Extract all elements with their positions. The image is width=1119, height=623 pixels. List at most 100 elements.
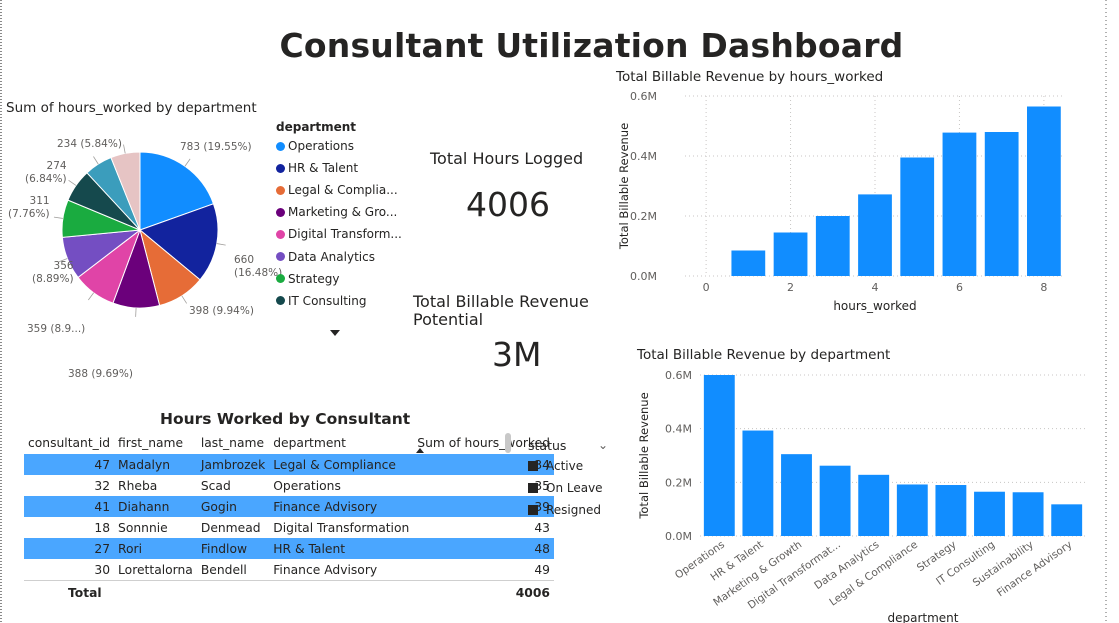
y-tick-label: 0.4M [630,150,657,163]
bar-finance-advisory[interactable] [1051,504,1083,536]
right-border [1105,0,1107,623]
pie-chart-title: Sum of hours_worked by department [6,100,257,116]
table-row[interactable]: 18 Sonnnie Denmead Digital Transformation 43 [24,517,554,538]
bar-digital-transformat[interactable] [819,465,851,536]
legend-item-hr-talent[interactable]: HR & Talent [276,161,358,175]
checkbox-icon[interactable] [528,483,538,493]
bar-hours-4[interactable] [858,194,892,276]
legend-label: Operations [288,139,354,153]
cell-department: Finance Advisory [269,496,414,517]
hours-card-value: 4006 [466,185,550,224]
legend-item-legal-complia[interactable]: Legal & Complia... [276,183,398,197]
table-header-row: consultant_id first_name last_name depar… [24,432,554,454]
y-tick-label: 0.2M [630,210,657,223]
legend-more-arrow-icon[interactable] [330,330,340,336]
dashboard-title: Consultant Utilization Dashboard [279,26,904,65]
bar-it-consulting[interactable] [974,491,1005,536]
y-axis-label: Total Billable Revenue [637,392,651,519]
table-row[interactable]: 27 Rori Findlow HR & Talent 48 [24,538,554,559]
hours-card-label: Total Hours Logged [430,149,584,168]
legend-dot-icon [276,296,285,306]
slicer-item-on-leave[interactable]: On Leave [528,481,603,495]
bar-hours-2[interactable] [773,232,808,277]
cell-consultant-id: 27 [24,538,115,559]
chevron-down-icon[interactable]: ⌄ [598,438,608,452]
bar-strategy[interactable] [935,485,967,536]
pie-label-hr-talent: 660 (16.48%) [234,254,283,279]
legend-label: HR & Talent [288,161,359,176]
y-tick-label: 0.4M [665,423,692,436]
table-row[interactable]: 30 Lorettalorna Bendell Finance Advisory 49 [24,559,554,581]
header-last-name[interactable]: last_name [197,432,269,454]
cell-last-name: Denmead [200,520,261,535]
dept-bar-chart-title: Total Billable Revenue by department [637,347,891,363]
total-label: Total [24,580,414,604]
table-row[interactable]: 47 Madalyn Jambrozek Legal & Compliance 34 [24,454,554,475]
cell-consultant-id: 32 [94,478,111,493]
pie-leader-line [181,295,188,304]
cell-last-name: Gogin [196,496,270,517]
bar-data-analytics[interactable] [858,474,890,536]
legend-dot-icon [276,252,285,261]
cell-last-name: Bendell [200,562,247,577]
legend-item-it-consulting[interactable]: IT Consulting [276,294,366,308]
revenue-card-label: Total Billable Revenue Potential [413,292,589,329]
header-department[interactable]: department [269,432,413,454]
pie-label-sustainability: 234 (5.84%) [57,138,122,150]
bar-hours-5[interactable] [900,157,935,277]
legend-item-strategy[interactable]: Strategy [276,272,339,286]
x-tick-label: 8 [1040,281,1047,294]
legend-dot-icon [276,141,285,151]
pie-leader-line [216,243,226,246]
slicer-item-label: Active [546,459,584,473]
table-total-row: Total 4006 [24,580,554,604]
bar-sustainability[interactable] [1012,492,1044,536]
cell-first-name: Lorettalorna [118,562,193,577]
cell-consultant-id: 18 [94,520,111,535]
header-consultant-id[interactable]: consultant_id [24,432,114,454]
bar-hours-1[interactable] [731,250,766,277]
legend-item-marketing-gro[interactable]: Marketing & Gro... [276,205,397,219]
slicer-item-resigned[interactable]: Resigned [528,503,601,517]
checkbox-icon[interactable] [528,505,538,515]
x-tick-label: 4 [872,281,879,294]
cell-last-name: Scad [200,478,231,493]
bar-legal-compliance[interactable] [896,484,928,536]
pie-label-data-analytics: 356 (8.89%) [32,260,74,285]
legend-label: Legal & Complia... [288,183,398,198]
cell-hours: 48 [413,538,554,559]
slicer-item-active[interactable]: Active [528,459,583,473]
bar-hours-6[interactable] [942,132,977,276]
cell-hours: 49 [534,562,550,577]
bar-hr-talent[interactable] [742,430,774,536]
table-scrollbar[interactable] [505,433,511,453]
pie-label-digital: 359 (8.9...) [27,323,86,335]
checkbox-icon[interactable] [528,461,538,471]
cell-first-name: Diahann [114,496,197,517]
bar-operations[interactable] [703,375,735,536]
revenue-by-department-chart[interactable]: 0.0M0.2M0.4M0.6MOperationsHR & TalentMar… [630,364,1100,623]
revenue-by-hours-chart[interactable]: 0.0M 0.2M 0.4M 0.6M 0 2 4 6 8 hours_worked Total B… [610,86,1080,316]
legend-item-digital-transform[interactable]: Digital Transform... [276,227,402,241]
header-first-name[interactable]: first_name [114,432,197,454]
y-tick-label: 0.6M [630,90,657,103]
table-row[interactable]: 32 Rheba Scad Operations 35 [24,475,554,496]
total-value: 4006 [413,580,554,604]
slicer-item-label: Resigned [546,503,601,517]
cell-consultant-id: 41 [24,496,115,517]
bar-hours-3[interactable] [815,216,850,276]
legend-dot-icon [276,185,285,195]
pie-leader-line [53,216,63,219]
table-row[interactable]: 41 Diahann Gogin Finance Advisory 39 [24,496,554,517]
y-tick-label: 0.0M [630,270,657,283]
x-axis-label: hours_worked [833,299,916,313]
bar-marketing-growth[interactable] [781,454,812,536]
legend-item-data-analytics[interactable]: Data Analytics [276,250,375,264]
bar-hours-7[interactable] [984,132,1019,276]
pie-leader-line [184,158,191,167]
cell-first-name: Madalyn [114,454,197,475]
legend-item-operations[interactable]: Operations [276,139,354,153]
legend-label: IT Consulting [288,293,367,308]
y-tick-label: 0.2M [665,476,692,489]
bar-hours-8[interactable] [1027,106,1061,277]
